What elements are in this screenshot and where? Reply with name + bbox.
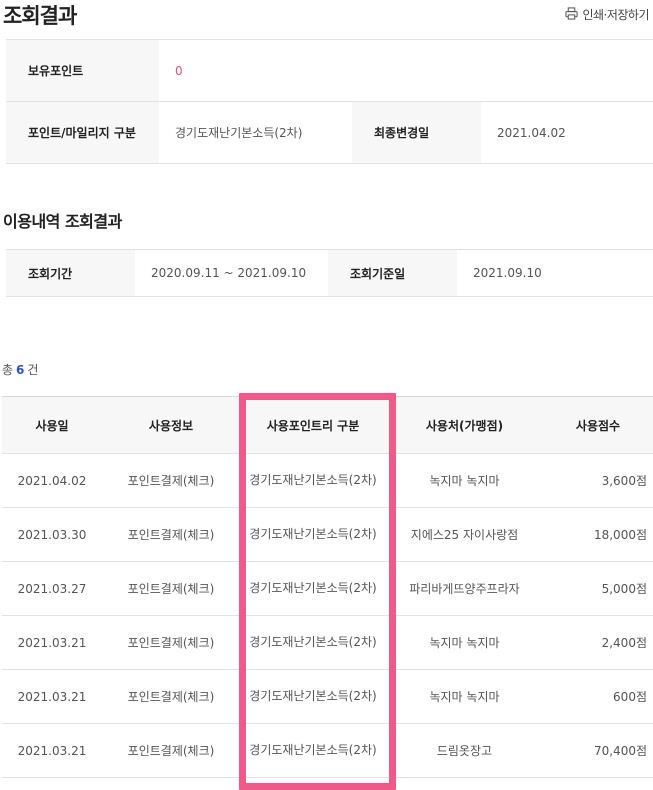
history-section-title: 이용내역 조회결과 xyxy=(3,212,122,231)
row-type: 경기도재난기본소득(2차) xyxy=(240,669,386,724)
row-store: 녹지마 녹지마 xyxy=(386,669,543,724)
header-store: 사용처(가맹점) xyxy=(386,396,543,454)
page-title: 조회결과 xyxy=(3,4,77,28)
table-row: 2021.03.30 포인트결제(체크) 경기도재난기본소득(2차) 지에스25… xyxy=(2,507,653,562)
total-prefix: 총 xyxy=(2,363,14,377)
row-info: 포인트결제(체크) xyxy=(102,669,240,724)
row-date: 2021.03.30 xyxy=(2,507,102,562)
changed-date-label: 최종변경일 xyxy=(352,101,481,164)
total-suffix: 건 xyxy=(27,363,39,377)
balance-value: 0 xyxy=(159,39,653,102)
period-table: 조회기간 2020.09.11 ~ 2021.09.10 조회기준일 2021.… xyxy=(6,249,653,297)
row-info: 포인트결제(체크) xyxy=(102,507,240,562)
total-count: 6 xyxy=(16,363,25,377)
row-store: 파리바게뜨양주프라자 xyxy=(386,561,543,616)
row-store: 지에스25 자이사랑점 xyxy=(386,507,543,562)
history-header-row: 사용일 사용정보 사용포인트리 구분 사용처(가맹점) 사용점수 xyxy=(2,396,653,454)
row-type: 경기도재난기본소득(2차) xyxy=(240,561,386,616)
changed-date-value: 2021.04.02 xyxy=(481,101,653,164)
table-row: 2021.03.27 포인트결제(체크) 경기도재난기본소득(2차) 파리바게뜨… xyxy=(2,561,653,616)
header-info: 사용정보 xyxy=(102,396,240,454)
type-label: 포인트/마일리지 구분 xyxy=(6,101,159,164)
row-points: 600점 xyxy=(543,669,653,724)
type-row: 포인트/마일리지 구분 경기도재난기본소득(2차) 최종변경일 2021.04.… xyxy=(6,101,653,164)
row-type: 경기도재난기본소득(2차) xyxy=(240,507,386,562)
table-row: 2021.03.21 포인트결제(체크) 경기도재난기본소득(2차) 드림옷장고… xyxy=(2,723,653,778)
base-date-label: 조회기준일 xyxy=(328,249,457,297)
point-info-table: 보유포인트 0 포인트/마일리지 구분 경기도재난기본소득(2차) 최종변경일 … xyxy=(6,39,653,164)
row-points: 2,400점 xyxy=(543,615,653,670)
period-label: 조회기간 xyxy=(6,249,135,297)
row-info: 포인트결제(체크) xyxy=(102,615,240,670)
row-date: 2021.03.27 xyxy=(2,561,102,616)
header-type: 사용포인트리 구분 xyxy=(240,396,386,454)
row-points: 70,400점 xyxy=(543,723,653,778)
row-date: 2021.04.02 xyxy=(2,453,102,508)
row-points: 3,600점 xyxy=(543,453,653,508)
balance-label: 보유포인트 xyxy=(6,39,159,102)
print-save-label: 인쇄·저장하기 xyxy=(582,8,649,22)
print-save-button[interactable]: 인쇄·저장하기 xyxy=(565,6,649,23)
row-points: 5,000점 xyxy=(543,561,653,616)
period-row: 조회기간 2020.09.11 ~ 2021.09.10 조회기준일 2021.… xyxy=(6,249,653,297)
row-type: 경기도재난기본소득(2차) xyxy=(240,615,386,670)
period-value: 2020.09.11 ~ 2021.09.10 xyxy=(135,249,328,297)
row-info: 포인트결제(체크) xyxy=(102,723,240,778)
table-row: 2021.03.21 포인트결제(체크) 경기도재난기본소득(2차) 녹지마 녹… xyxy=(2,669,653,724)
printer-icon xyxy=(565,6,579,23)
row-store: 드림옷장고 xyxy=(386,723,543,778)
row-store: 녹지마 녹지마 xyxy=(386,453,543,508)
balance-row: 보유포인트 0 xyxy=(6,39,653,102)
row-date: 2021.03.21 xyxy=(2,669,102,724)
table-row: 2021.03.21 포인트결제(체크) 경기도재난기본소득(2차) 녹지마 녹… xyxy=(2,615,653,670)
type-value: 경기도재난기본소득(2차) xyxy=(159,101,352,164)
row-date: 2021.03.21 xyxy=(2,723,102,778)
base-date-value: 2021.09.10 xyxy=(457,249,653,297)
history-table: 사용일 사용정보 사용포인트리 구분 사용처(가맹점) 사용점수 2021.04… xyxy=(2,396,653,778)
row-info: 포인트결제(체크) xyxy=(102,561,240,616)
header-date: 사용일 xyxy=(2,396,102,454)
table-row: 2021.04.02 포인트결제(체크) 경기도재난기본소득(2차) 녹지마 녹… xyxy=(2,453,653,508)
row-type: 경기도재난기본소득(2차) xyxy=(240,723,386,778)
total-count-line: 총6건 xyxy=(2,361,38,378)
row-points: 18,000점 xyxy=(543,507,653,562)
header-points: 사용점수 xyxy=(543,396,653,454)
row-date: 2021.03.21 xyxy=(2,615,102,670)
row-info: 포인트결제(체크) xyxy=(102,453,240,508)
row-store: 녹지마 녹지마 xyxy=(386,615,543,670)
row-type: 경기도재난기본소득(2차) xyxy=(240,453,386,508)
